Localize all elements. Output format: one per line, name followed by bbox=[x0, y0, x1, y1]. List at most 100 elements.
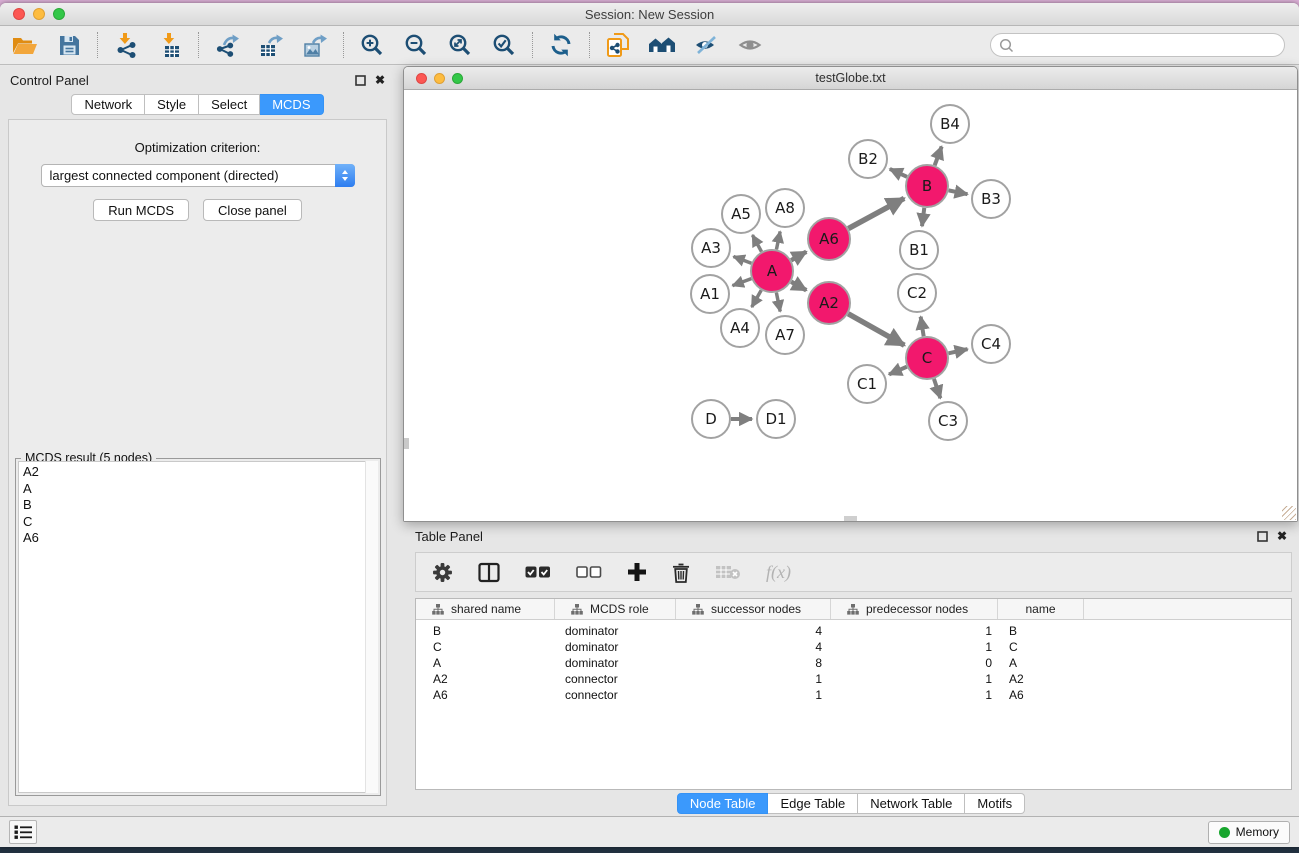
mcds-result-list[interactable]: A2ABCA6 bbox=[18, 461, 378, 793]
zoom-selected-button[interactable] bbox=[489, 30, 519, 60]
close-panel-button[interactable]: Close panel bbox=[203, 199, 302, 221]
column-header[interactable]: name bbox=[998, 599, 1084, 619]
edge-A-A1[interactable] bbox=[733, 279, 752, 286]
edge-A-A4[interactable] bbox=[752, 290, 761, 307]
delete-entry-button[interactable] bbox=[672, 562, 690, 583]
tab-select[interactable]: Select bbox=[199, 94, 260, 115]
table-row[interactable]: Cdominator41C bbox=[416, 639, 1291, 655]
column-header[interactable]: shared name bbox=[416, 599, 555, 619]
open-session-button[interactable] bbox=[10, 30, 40, 60]
close-window-button[interactable] bbox=[13, 8, 25, 20]
save-session-button[interactable] bbox=[54, 30, 84, 60]
list-item[interactable]: A bbox=[19, 481, 377, 498]
graph-node-A2[interactable]: A2 bbox=[808, 282, 850, 324]
edge-A-A3[interactable] bbox=[733, 256, 751, 263]
edge-C-C4[interactable] bbox=[948, 349, 967, 353]
graph-node-C[interactable]: C bbox=[906, 337, 948, 379]
network-close-button[interactable] bbox=[416, 73, 427, 84]
import-table-button[interactable] bbox=[155, 30, 185, 60]
table-row[interactable]: Bdominator41B bbox=[416, 623, 1291, 639]
export-table-button[interactable] bbox=[256, 30, 286, 60]
network-zoom-button[interactable] bbox=[452, 73, 463, 84]
zoom-out-button[interactable] bbox=[401, 30, 431, 60]
table-settings-button[interactable] bbox=[432, 562, 453, 583]
edge-C-C2[interactable] bbox=[921, 317, 924, 337]
horizontal-scrollbar-thumb[interactable] bbox=[844, 516, 857, 521]
tab-network[interactable]: Network bbox=[71, 94, 145, 115]
graph-node-A[interactable]: A bbox=[751, 250, 793, 292]
close-panel-icon[interactable]: ✖ bbox=[1277, 529, 1287, 543]
edge-A2-C[interactable] bbox=[848, 314, 904, 346]
apply-layout-button[interactable] bbox=[546, 30, 576, 60]
minimize-window-button[interactable] bbox=[33, 8, 45, 20]
list-item[interactable]: A2 bbox=[19, 464, 377, 481]
tab-edge-table[interactable]: Edge Table bbox=[768, 793, 858, 814]
delete-table-button-disabled[interactable] bbox=[715, 563, 741, 581]
zoom-window-button[interactable] bbox=[53, 8, 65, 20]
graph-node-D[interactable]: D bbox=[692, 400, 730, 438]
show-selected-items-button[interactable] bbox=[735, 30, 765, 60]
graph-node-C2[interactable]: C2 bbox=[898, 274, 936, 312]
graph-node-C1[interactable]: C1 bbox=[848, 365, 886, 403]
graph-node-B[interactable]: B bbox=[906, 165, 948, 207]
tab-motifs[interactable]: Motifs bbox=[965, 793, 1025, 814]
graph-node-A3[interactable]: A3 bbox=[692, 229, 730, 267]
float-panel-icon[interactable] bbox=[355, 75, 366, 86]
table-row[interactable]: A6connector11A6 bbox=[416, 687, 1291, 703]
edge-A-A2[interactable] bbox=[791, 282, 806, 291]
resize-grip[interactable] bbox=[1282, 506, 1296, 520]
import-network-button[interactable] bbox=[111, 30, 141, 60]
add-entry-button[interactable] bbox=[627, 562, 647, 582]
network-minimize-button[interactable] bbox=[434, 73, 445, 84]
table-row[interactable]: A2connector11A2 bbox=[416, 671, 1291, 687]
task-history-button[interactable] bbox=[9, 820, 37, 844]
edge-B-B1[interactable] bbox=[922, 208, 924, 226]
search-box[interactable] bbox=[990, 33, 1285, 57]
edge-A-A5[interactable] bbox=[752, 235, 761, 252]
column-header[interactable]: MCDS role bbox=[555, 599, 676, 619]
deselect-all-button[interactable] bbox=[576, 565, 602, 579]
search-input[interactable] bbox=[1019, 38, 1276, 52]
column-header[interactable]: predecessor nodes bbox=[831, 599, 998, 619]
list-item[interactable]: A6 bbox=[19, 530, 377, 547]
edge-B-B3[interactable] bbox=[949, 190, 968, 194]
graph-node-A5[interactable]: A5 bbox=[722, 195, 760, 233]
column-view-button[interactable] bbox=[478, 562, 500, 583]
close-panel-icon[interactable]: ✖ bbox=[375, 73, 385, 87]
tab-node-table[interactable]: Node Table bbox=[677, 793, 769, 814]
memory-button[interactable]: Memory bbox=[1208, 821, 1290, 844]
zoom-fit-button[interactable] bbox=[445, 30, 475, 60]
vertical-scrollbar-thumb[interactable] bbox=[404, 438, 409, 449]
function-builder-button-disabled[interactable]: f(x) bbox=[766, 562, 791, 583]
edge-A6-B[interactable] bbox=[848, 198, 904, 228]
zoom-in-button[interactable] bbox=[357, 30, 387, 60]
clone-network-button[interactable] bbox=[603, 30, 633, 60]
edge-C-C1[interactable] bbox=[889, 367, 907, 375]
graph-node-C4[interactable]: C4 bbox=[972, 325, 1010, 363]
edge-B-B2[interactable] bbox=[890, 169, 907, 177]
network-window-titlebar[interactable]: testGlobe.txt bbox=[404, 67, 1297, 90]
graph-node-B4[interactable]: B4 bbox=[931, 105, 969, 143]
graph-node-B2[interactable]: B2 bbox=[849, 140, 887, 178]
edge-B-B4[interactable] bbox=[935, 147, 942, 166]
criterion-select[interactable]: largest connected component (directed) bbox=[41, 164, 355, 187]
table-row[interactable]: Adominator80A bbox=[416, 655, 1291, 671]
list-item[interactable]: B bbox=[19, 497, 377, 514]
graph-node-B1[interactable]: B1 bbox=[900, 231, 938, 269]
column-header[interactable]: successor nodes bbox=[676, 599, 831, 619]
edge-A-A8[interactable] bbox=[776, 232, 780, 250]
network-canvas[interactable]: B4B2BB3A5A8A6B1A3AC2A1A2A4A7C4CC1C3DD1 bbox=[404, 91, 1297, 521]
graph-node-C3[interactable]: C3 bbox=[929, 402, 967, 440]
export-image-button[interactable] bbox=[300, 30, 330, 60]
graph-node-B3[interactable]: B3 bbox=[972, 180, 1010, 218]
float-panel-icon[interactable] bbox=[1257, 531, 1268, 542]
list-item[interactable]: C bbox=[19, 514, 377, 531]
select-all-button[interactable] bbox=[525, 565, 551, 579]
graph-node-A6[interactable]: A6 bbox=[808, 218, 850, 260]
edge-C-C3[interactable] bbox=[934, 379, 940, 398]
tab-mcds[interactable]: MCDS bbox=[260, 94, 323, 115]
graph-node-A7[interactable]: A7 bbox=[766, 316, 804, 354]
edge-A-A6[interactable] bbox=[791, 252, 806, 261]
tab-style[interactable]: Style bbox=[145, 94, 199, 115]
hide-selected-items-button[interactable] bbox=[691, 30, 721, 60]
